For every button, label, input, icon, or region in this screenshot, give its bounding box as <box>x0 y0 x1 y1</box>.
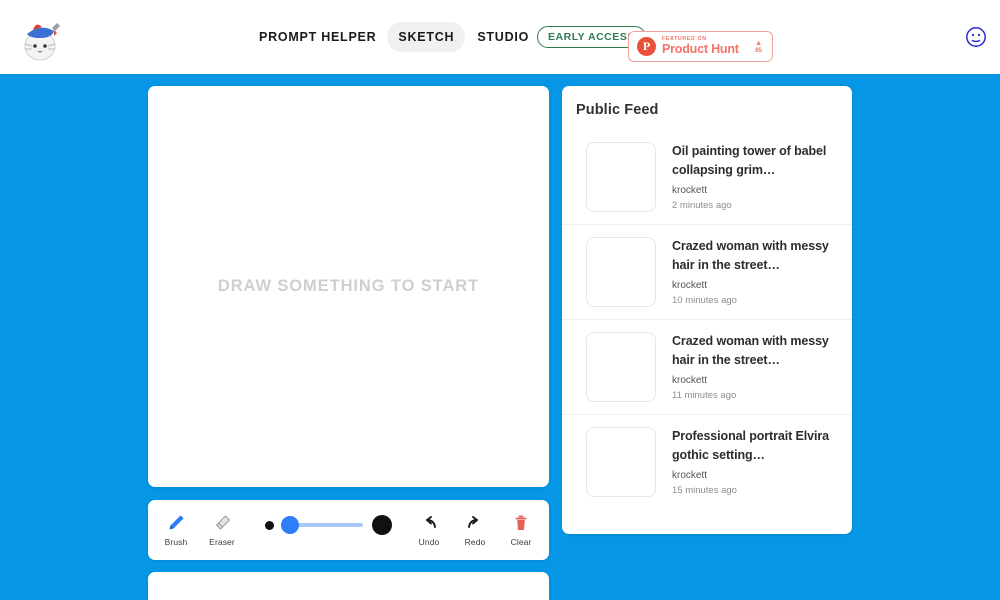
public-feed-panel: Public Feed Oil painting tower of babel … <box>562 86 852 534</box>
tool-undo[interactable]: Undo <box>406 513 452 547</box>
prompt-panel-partial[interactable] <box>148 572 549 600</box>
feed-item-thumbnail[interactable] <box>586 427 656 497</box>
tool-clear[interactable]: Clear <box>498 513 544 547</box>
feed-item-prompt: Crazed woman with messy hair in the stre… <box>672 239 829 272</box>
nav-sketch-label: SKETCH <box>398 30 455 44</box>
feed-item-author: krockett <box>672 470 708 481</box>
tool-eraser-label: Eraser <box>209 537 235 547</box>
upvote-caret-icon: ▲ <box>755 39 762 47</box>
main-navigation: PROMPT HELPER SKETCH STUDIO EARLY ACCESS <box>248 0 646 74</box>
drawing-toolbar: Brush Eraser Undo Redo Clear <box>148 500 549 560</box>
feed-item[interactable]: Professional portrait Elvira gothic sett… <box>562 414 852 509</box>
feed-item[interactable]: Oil painting tower of babel collapsing g… <box>562 130 852 224</box>
cat-artist-beret-logo[interactable] <box>16 17 64 65</box>
tool-undo-label: Undo <box>418 537 440 547</box>
feed-item-time: 2 minutes ago <box>672 200 732 211</box>
tool-brush[interactable]: Brush <box>153 513 199 547</box>
product-hunt-upvote-count: 65 <box>755 47 762 54</box>
feed-item-meta: Oil painting tower of babel collapsing g… <box>672 142 838 211</box>
feed-item[interactable]: Crazed woman with messy hair in the stre… <box>562 224 852 319</box>
product-hunt-text: FEATURED ON Product Hunt <box>662 36 739 57</box>
pencil-icon <box>166 513 186 533</box>
feed-item-prompt: Oil painting tower of babel collapsing g… <box>672 144 827 177</box>
workspace: DRAW SOMETHING TO START Brush Eraser Und… <box>0 74 1000 600</box>
product-hunt-upvote[interactable]: ▲ 65 <box>755 40 764 54</box>
feed-list: Oil painting tower of babel collapsing g… <box>562 130 852 534</box>
nav-prompt-helper-label: PROMPT HELPER <box>259 30 377 44</box>
product-hunt-name: Product Hunt <box>662 42 739 57</box>
feed-item-thumbnail[interactable] <box>586 142 656 212</box>
smiley-face-icon[interactable] <box>965 26 987 48</box>
feed-item-prompt: Professional portrait Elvira gothic sett… <box>672 429 829 462</box>
nav-sketch[interactable]: SKETCH <box>387 22 466 52</box>
feed-item-thumbnail[interactable] <box>586 332 656 402</box>
feed-title: Public Feed <box>576 102 659 118</box>
app-header: PROMPT HELPER SKETCH STUDIO EARLY ACCESS… <box>0 0 1000 74</box>
tool-redo[interactable]: Redo <box>452 513 498 547</box>
brush-size-slider[interactable] <box>265 515 392 545</box>
eraser-icon <box>212 513 232 533</box>
nav-prompt-helper[interactable]: PROMPT HELPER <box>248 22 387 52</box>
feed-item-author: krockett <box>672 375 708 386</box>
trash-icon <box>511 513 531 533</box>
feed-item-author: krockett <box>672 280 708 291</box>
small-dot-icon <box>265 520 274 530</box>
feed-item-time: 10 minutes ago <box>672 295 737 306</box>
feed-item-author: krockett <box>672 185 708 196</box>
canvas-placeholder-text: DRAW SOMETHING TO START <box>217 277 480 295</box>
slider-track[interactable] <box>281 516 363 534</box>
feed-item-time: 15 minutes ago <box>672 485 737 496</box>
nav-studio-group: STUDIO EARLY ACCESS <box>465 26 646 48</box>
nav-studio[interactable]: STUDIO <box>477 30 529 44</box>
feed-item-meta: Crazed woman with messy hair in the stre… <box>672 237 838 306</box>
undo-arrow-icon <box>419 513 439 533</box>
feed-item-meta: Crazed woman with messy hair in the stre… <box>672 332 838 401</box>
feed-item-prompt: Crazed woman with messy hair in the stre… <box>672 334 829 367</box>
slider-thumb[interactable] <box>281 516 299 534</box>
tool-clear-label: Clear <box>510 537 532 547</box>
tool-eraser[interactable]: Eraser <box>199 513 245 547</box>
product-hunt-icon: P <box>637 37 656 56</box>
tool-redo-label: Redo <box>464 537 486 547</box>
feed-item-thumbnail[interactable] <box>586 237 656 307</box>
feed-item[interactable]: Crazed woman with messy hair in the stre… <box>562 319 852 414</box>
product-hunt-badge[interactable]: P FEATURED ON Product Hunt ▲ 65 <box>628 31 773 62</box>
toolbar-row: Brush Eraser Undo Redo Clear <box>153 513 544 547</box>
large-dot-icon <box>372 515 392 535</box>
tool-brush-label: Brush <box>164 537 188 547</box>
feed-item-time: 11 minutes ago <box>672 390 737 401</box>
redo-arrow-icon <box>465 513 485 533</box>
feed-item-meta: Professional portrait Elvira gothic sett… <box>672 427 838 496</box>
drawing-canvas[interactable]: DRAW SOMETHING TO START <box>148 86 549 487</box>
